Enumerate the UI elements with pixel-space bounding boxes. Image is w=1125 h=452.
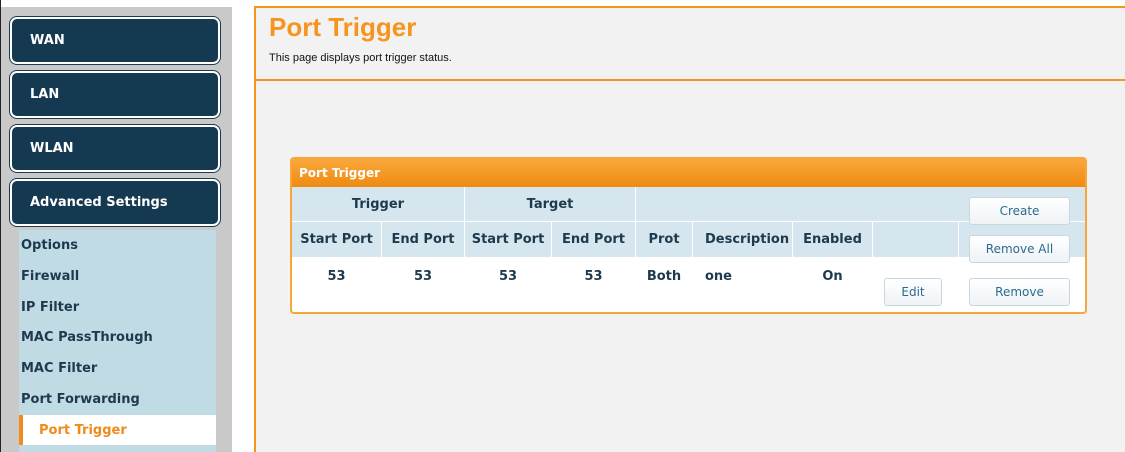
- column-header-prot: Prot: [648, 231, 680, 247]
- cell-target-end-port: 53: [584, 268, 603, 284]
- port-trigger-panel: Port Trigger Trigger Target Create Start…: [290, 157, 1087, 314]
- column-divider: [635, 187, 636, 221]
- nav-item-lan[interactable]: LAN: [10, 71, 220, 118]
- column-header-trigger-end-port: End Port: [391, 231, 455, 247]
- sub-item-mac-filter[interactable]: MAC Filter: [19, 353, 216, 383]
- nav-item-wlan[interactable]: WLAN: [10, 125, 220, 172]
- column-header-target-end-port: End Port: [561, 231, 626, 247]
- group-header-trigger: Trigger: [351, 196, 405, 212]
- sub-item-options[interactable]: Options: [19, 230, 216, 260]
- header-separator: [256, 79, 1125, 81]
- sub-item-port-trigger[interactable]: Port Trigger: [19, 415, 216, 445]
- sub-item-port-forwarding[interactable]: Port Forwarding: [19, 384, 216, 414]
- column-header-target-start-port: Start Port: [471, 231, 545, 247]
- page-title: Port Trigger: [269, 12, 417, 42]
- column-header-enabled: Enabled: [803, 231, 862, 247]
- sidebar-top-strip: [1, 0, 232, 7]
- nav-item-wan[interactable]: WAN: [10, 17, 220, 64]
- cell-description: one: [705, 268, 733, 284]
- column-header-trigger-start-port: Start Port: [300, 231, 373, 247]
- content-left-border: [254, 6, 256, 452]
- group-header-target: Target: [526, 196, 574, 212]
- remove-button[interactable]: Remove: [969, 278, 1070, 306]
- page-description: This page displays port trigger status.: [269, 52, 452, 64]
- column-divider: [958, 221, 959, 257]
- content-top-border: [254, 6, 1125, 8]
- cell-trigger-end-port: 53: [413, 268, 433, 284]
- column-divider: [692, 221, 693, 257]
- edit-button[interactable]: Edit: [884, 278, 942, 306]
- cell-enabled: On: [822, 268, 843, 284]
- remove-all-button[interactable]: Remove All: [969, 235, 1070, 263]
- sub-item-mac-passthrough[interactable]: MAC PassThrough: [19, 322, 216, 352]
- panel-title: Port Trigger: [292, 159, 1085, 187]
- cell-trigger-start-port: 53: [327, 268, 346, 284]
- column-divider: [872, 221, 873, 257]
- advanced-settings-submenu: Options Firewall IP Filter MAC PassThrou…: [19, 230, 216, 452]
- cell-target-start-port: 53: [498, 268, 518, 284]
- nav-item-advanced-settings[interactable]: Advanced Settings: [10, 179, 220, 226]
- cell-prot: Both: [646, 268, 682, 284]
- create-button[interactable]: Create: [969, 197, 1070, 225]
- sub-item-firewall[interactable]: Firewall: [19, 261, 216, 291]
- column-header-description: Description: [705, 231, 790, 247]
- sub-item-ip-filter[interactable]: IP Filter: [19, 292, 216, 322]
- sidebar: WAN LAN WLAN Advanced Settings Options F…: [0, 0, 232, 452]
